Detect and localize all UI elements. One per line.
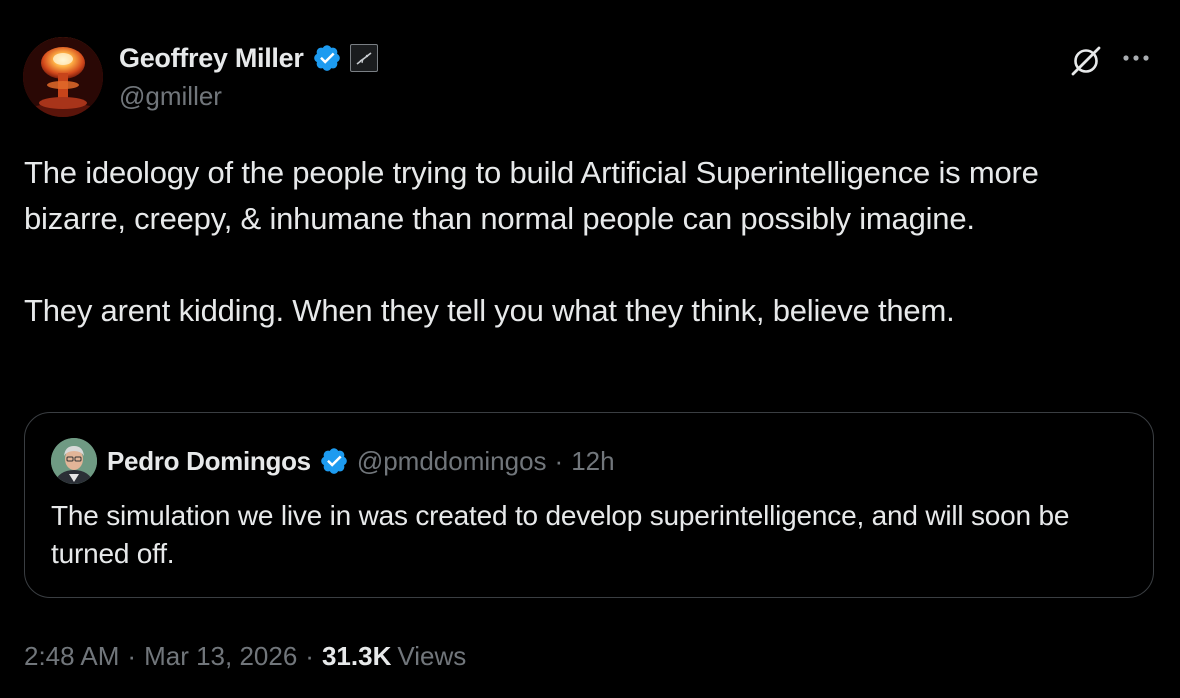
author-handle[interactable]: @gmiller bbox=[119, 81, 222, 112]
views-label: Views bbox=[397, 640, 467, 671]
meta-separator: · bbox=[305, 640, 314, 671]
quoted-author-display-name: Pedro Domingos bbox=[107, 445, 311, 476]
views-count[interactable]: 31.3K bbox=[322, 641, 391, 672]
grok-icon bbox=[1071, 46, 1101, 76]
tweet-paragraph: They arent kidding. When they tell you w… bbox=[24, 293, 955, 328]
author-display-name[interactable]: Geoffrey Miller bbox=[119, 43, 304, 74]
quoted-author-avatar bbox=[51, 438, 97, 484]
grok-button[interactable] bbox=[1066, 40, 1106, 80]
author-name-row: Geoffrey Miller bbox=[119, 40, 378, 76]
quoted-tweet-time: 12h bbox=[571, 445, 615, 476]
affiliation-badge-icon[interactable] bbox=[349, 44, 378, 72]
more-options-icon bbox=[1123, 55, 1149, 61]
user-photo-avatar-icon bbox=[51, 438, 97, 484]
tweet-metadata: 2:48 AM · Mar 13, 2026 · 31.3K Views bbox=[24, 636, 466, 676]
quoted-tweet-header: Pedro Domingos @pmddomingos · 12h bbox=[51, 437, 615, 485]
nuclear-explosion-avatar-icon bbox=[23, 37, 103, 117]
author-avatar[interactable] bbox=[23, 37, 103, 117]
meta-separator: · bbox=[127, 640, 137, 671]
tweet-date[interactable]: Mar 13, 2026 bbox=[144, 641, 297, 672]
meta-separator: · bbox=[554, 445, 564, 476]
quoted-tweet-card[interactable]: Pedro Domingos @pmddomingos · 12h The si… bbox=[24, 412, 1154, 598]
verified-badge-icon bbox=[319, 446, 349, 476]
tweet-time[interactable]: 2:48 AM bbox=[24, 641, 119, 672]
verified-badge-icon bbox=[312, 43, 342, 73]
quoted-tweet-text: The simulation we live in was created to… bbox=[51, 500, 1070, 569]
quoted-author-handle: @pmddomingos bbox=[356, 445, 547, 476]
more-options-button[interactable] bbox=[1116, 40, 1156, 76]
tweet-paragraph: The ideology of the people trying to bui… bbox=[24, 155, 1039, 236]
tweet-text: The ideology of the people trying to bui… bbox=[24, 150, 1144, 334]
